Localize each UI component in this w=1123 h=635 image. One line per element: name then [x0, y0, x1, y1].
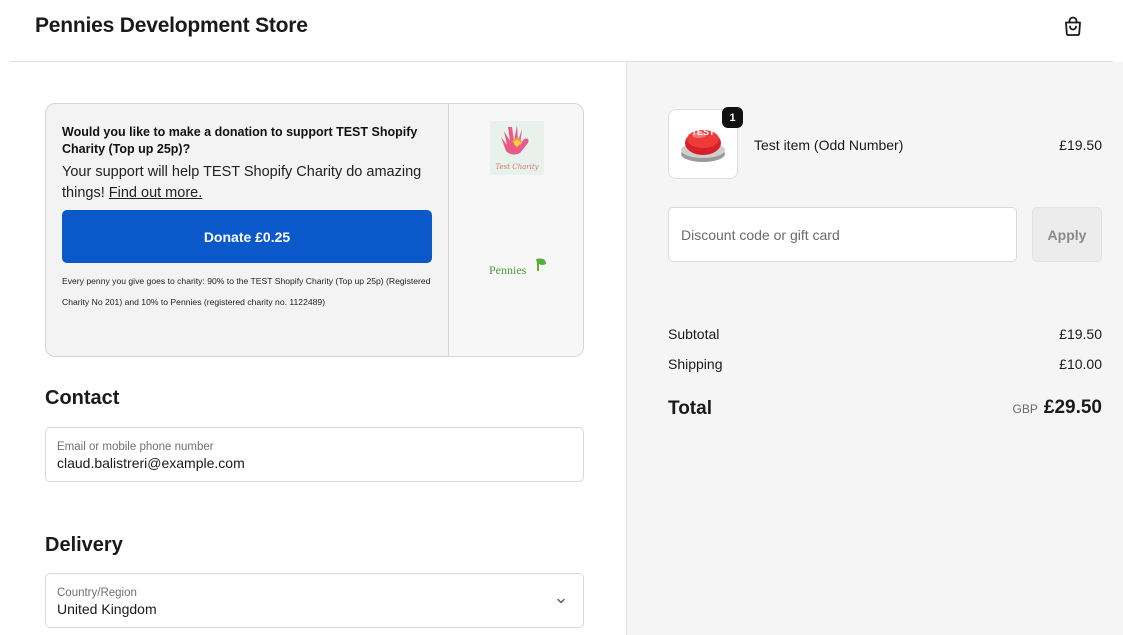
donation-logos: Test Charity Pennies	[448, 104, 583, 356]
total-amount: GBP £29.50	[1013, 397, 1102, 419]
product-thumb-text: TEST	[691, 127, 715, 137]
contact-heading: Contact	[45, 387, 120, 409]
donate-button[interactable]: Donate £0.25	[62, 210, 432, 263]
charity-logo-text: Test Charity	[495, 163, 539, 171]
total-currency: GBP	[1012, 402, 1038, 416]
email-field-value[interactable]: claud.balistreri@example.com	[57, 454, 572, 472]
charity-logo: Test Charity	[490, 121, 544, 175]
pennies-logo-text: Pennies	[489, 263, 527, 277]
donation-support-text: Your support will help TEST Shopify Char…	[62, 162, 432, 204]
discount-code-input[interactable]	[668, 207, 1017, 262]
email-field[interactable]: Email or mobile phone number claud.balis…	[45, 427, 584, 482]
total-value: £29.50	[1043, 397, 1102, 418]
pennies-leaf-icon	[536, 258, 546, 271]
shopping-bag-icon[interactable]	[1061, 14, 1085, 38]
email-field-label: Email or mobile phone number	[57, 441, 214, 453]
country-select-label: Country/Region	[57, 587, 137, 599]
delivery-heading: Delivery	[45, 534, 123, 556]
donation-content: Would you like to make a donation to sup…	[46, 104, 448, 356]
donation-widget: Would you like to make a donation to sup…	[45, 103, 584, 357]
total-label: Total	[668, 398, 712, 419]
apply-discount-button[interactable]: Apply	[1032, 207, 1102, 262]
product-price: £19.50	[1059, 137, 1102, 153]
country-select[interactable]: Country/Region United Kingdom	[45, 573, 584, 628]
donation-fine-print: Every penny you give goes to charity: 90…	[62, 276, 431, 307]
product-name: Test item (Odd Number)	[754, 137, 904, 153]
country-select-value[interactable]: United Kingdom	[57, 600, 572, 618]
donation-question: Would you like to make a donation to sup…	[62, 125, 418, 156]
shipping-label: Shipping	[668, 356, 723, 372]
store-name[interactable]: Pennies Development Store	[35, 14, 308, 38]
subtotal-value: £19.50	[1059, 326, 1102, 342]
shipping-value: £10.00	[1059, 356, 1102, 372]
subtotal-label: Subtotal	[668, 326, 720, 342]
chevron-down-icon	[557, 598, 565, 604]
find-out-more-link[interactable]: Find out more.	[109, 185, 203, 201]
quantity-badge: 1	[722, 107, 743, 128]
pennies-logo: Pennies	[489, 257, 549, 279]
